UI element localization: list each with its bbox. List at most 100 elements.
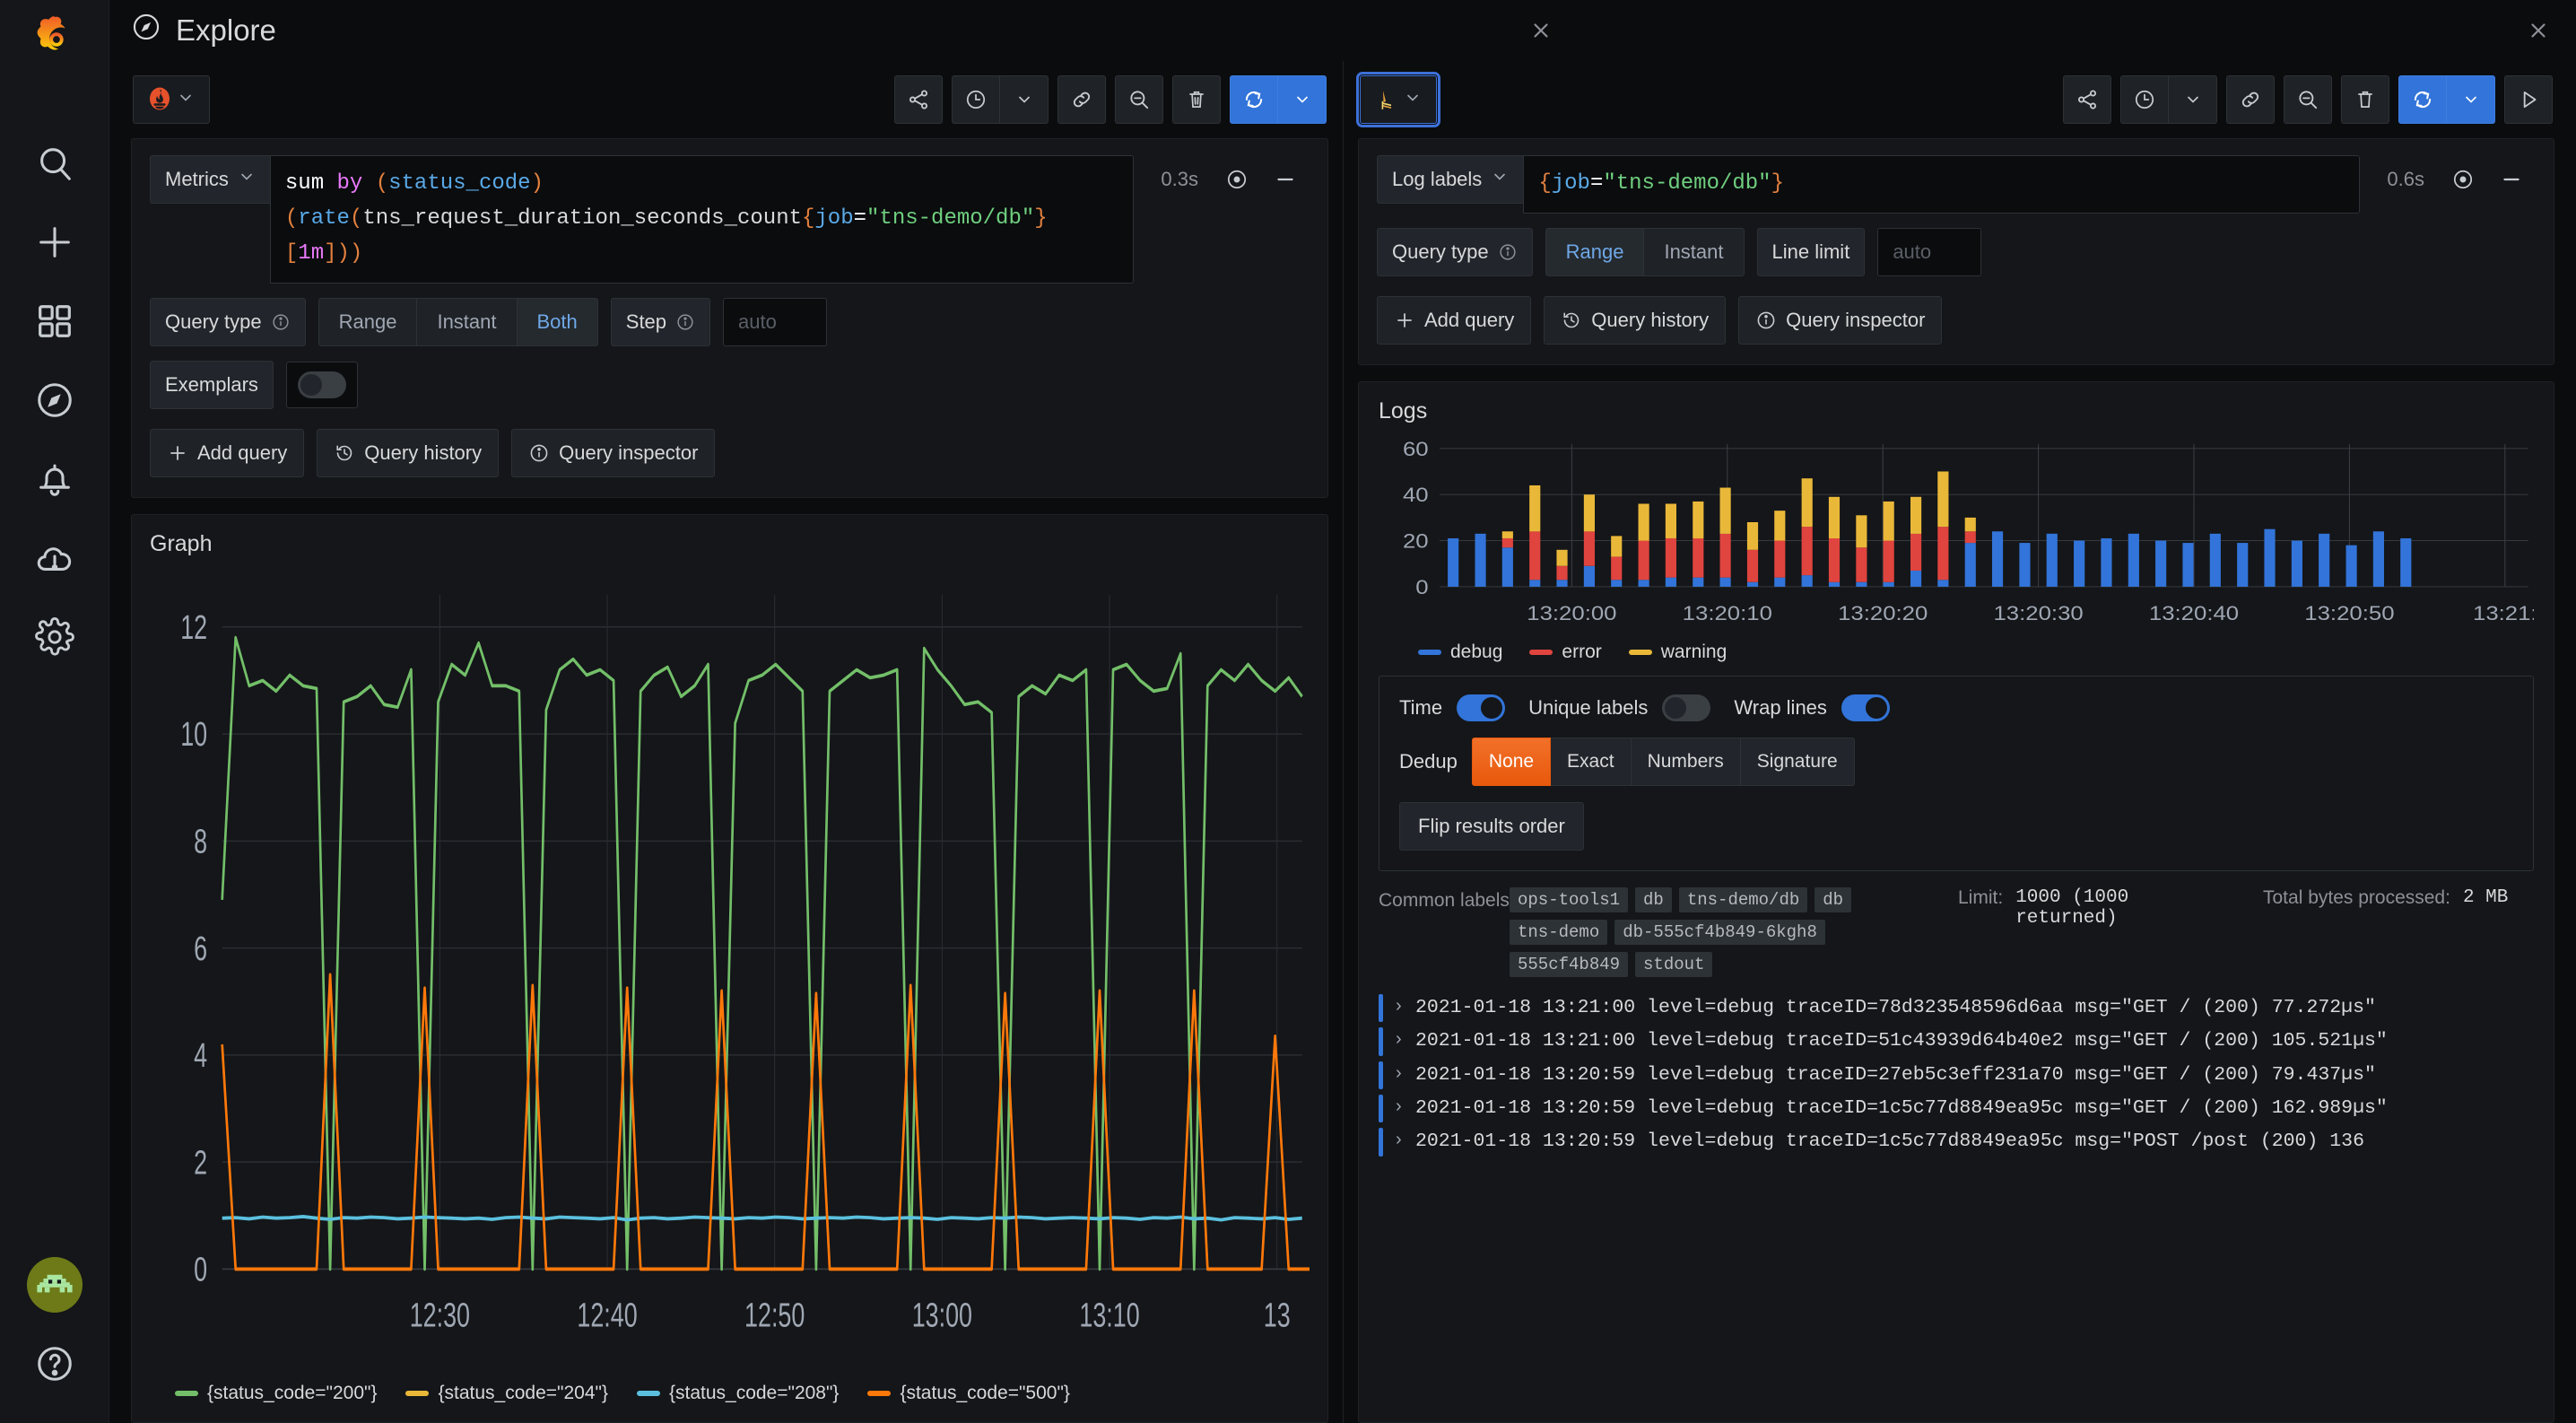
hist-bar-segment[interactable]: [1747, 582, 1758, 587]
hist-bar-segment[interactable]: [1747, 550, 1758, 582]
step-input[interactable]: auto: [723, 298, 827, 346]
wrap-lines-toggle[interactable]: [1841, 694, 1890, 721]
sidebar-item-create[interactable]: [19, 203, 91, 282]
hist-bar-segment[interactable]: [1556, 566, 1567, 580]
hist-bar-segment[interactable]: [1937, 527, 1948, 580]
hist-bar-segment[interactable]: [1556, 550, 1567, 566]
hist-bar-segment[interactable]: [1965, 543, 1976, 587]
time-toggle[interactable]: [1457, 694, 1505, 721]
hist-bar-segment[interactable]: [1693, 502, 1703, 538]
line-limit-input[interactable]: auto: [1877, 228, 1981, 276]
hist-bar-segment[interactable]: [1584, 566, 1595, 587]
user-avatar[interactable]: [27, 1257, 83, 1313]
hist-bar-segment[interactable]: [1965, 518, 1976, 531]
hist-bar-segment[interactable]: [1829, 538, 1840, 582]
hist-bar-segment[interactable]: [2047, 534, 2058, 587]
hist-bar-segment[interactable]: [1937, 471, 1948, 527]
sidebar-item-configuration[interactable]: [19, 598, 91, 677]
graph-legend-item[interactable]: {status_code="204"}: [405, 1383, 607, 1404]
grafana-logo[interactable]: [27, 13, 83, 68]
hist-bar-segment[interactable]: [2210, 534, 2221, 587]
clear-all-button[interactable]: [1172, 75, 1221, 124]
datasource-picker-prometheus[interactable]: [133, 75, 210, 124]
hist-bar-segment[interactable]: [1448, 538, 1458, 587]
common-label-tag[interactable]: tns-demo: [1510, 920, 1607, 945]
hist-bar-segment[interactable]: [2292, 540, 2302, 586]
expand-log-row-icon[interactable]: ›: [1396, 1027, 1415, 1050]
hist-bar-segment[interactable]: [1502, 538, 1513, 547]
common-label-tag[interactable]: stdout: [1635, 952, 1712, 977]
run-query-button[interactable]: [2398, 75, 2447, 124]
hist-bar-segment[interactable]: [2373, 531, 2384, 587]
hist-bar-segment[interactable]: [2264, 529, 2275, 587]
hist-bar-segment[interactable]: [1720, 534, 1731, 578]
logs-legend-item[interactable]: debug: [1418, 642, 1502, 663]
expand-log-row-icon[interactable]: ›: [1396, 994, 1415, 1017]
hist-bar-segment[interactable]: [1747, 522, 1758, 550]
flip-results-order-button[interactable]: Flip results order: [1399, 802, 1584, 851]
graph-legend-item[interactable]: {status_code="200"}: [175, 1383, 377, 1404]
expand-log-row-icon[interactable]: ›: [1396, 1095, 1415, 1117]
sidebar-item-alerting[interactable]: [19, 440, 91, 519]
run-query-button[interactable]: [1230, 75, 1278, 124]
dedup-option-numbers[interactable]: Numbers: [1632, 738, 1741, 786]
hist-bar-segment[interactable]: [1910, 571, 1921, 587]
datasource-picker-loki[interactable]: [1360, 75, 1437, 124]
hist-bar-segment[interactable]: [1720, 487, 1731, 533]
hist-bar-segment[interactable]: [1639, 503, 1649, 540]
expand-log-row-icon[interactable]: ›: [1396, 1128, 1415, 1150]
hist-bar-segment[interactable]: [1802, 575, 1813, 587]
hist-bar-segment[interactable]: [1584, 494, 1595, 531]
hist-bar-segment[interactable]: [1910, 534, 1921, 571]
query-inspector-button[interactable]: Query inspector: [1738, 296, 1942, 345]
expand-log-row-icon[interactable]: ›: [1396, 1061, 1415, 1084]
hist-bar-segment[interactable]: [1611, 580, 1622, 587]
query-type-option-instant[interactable]: Instant: [1644, 228, 1744, 276]
hist-bar-segment[interactable]: [2346, 546, 2357, 587]
graph-plot[interactable]: 02468101212:3012:4012:5013:0013:1013: [150, 561, 1310, 1374]
query-type-option-range[interactable]: Range: [318, 298, 418, 346]
graph-legend-item[interactable]: {status_code="500"}: [867, 1383, 1069, 1404]
hist-bar-segment[interactable]: [2182, 543, 2193, 587]
hist-bar-segment[interactable]: [1529, 531, 1540, 580]
common-label-tag[interactable]: tns-demo/db: [1679, 887, 1807, 912]
query-history-button[interactable]: Query history: [317, 429, 499, 477]
run-query-interval-chevron-down-icon[interactable]: [1278, 75, 1327, 124]
hist-bar-segment[interactable]: [1529, 485, 1540, 531]
hist-bar-segment[interactable]: [2101, 538, 2111, 587]
hist-bar-segment[interactable]: [1937, 580, 1948, 587]
hist-bar-segment[interactable]: [2155, 540, 2166, 586]
hist-bar-segment[interactable]: [2019, 543, 2030, 587]
common-label-tag[interactable]: 555cf4b849: [1510, 952, 1628, 977]
hist-bar-segment[interactable]: [1965, 531, 1976, 543]
hist-bar-segment[interactable]: [1856, 515, 1867, 547]
close-split-button[interactable]: [2341, 75, 2389, 124]
run-query-interval-chevron-down-icon[interactable]: [2447, 75, 2495, 124]
graph-legend-item[interactable]: {status_code="208"}: [637, 1383, 839, 1404]
hist-bar-segment[interactable]: [1693, 578, 1703, 587]
hist-bar-segment[interactable]: [1639, 580, 1649, 587]
eye-icon[interactable]: [1213, 155, 1261, 204]
zoom-out-button[interactable]: [2284, 75, 2332, 124]
split-link-button[interactable]: [1057, 75, 1106, 124]
log-row[interactable]: ›2021-01-18 13:20:59 level=debug traceID…: [1379, 1059, 2534, 1092]
metrics-mode-selector[interactable]: Metrics: [150, 155, 270, 204]
hist-bar-segment[interactable]: [1774, 511, 1785, 540]
add-query-button[interactable]: Add query: [1377, 296, 1531, 345]
unique-labels-toggle[interactable]: [1662, 694, 1710, 721]
hist-bar-segment[interactable]: [1556, 580, 1567, 587]
log-row[interactable]: ›2021-01-18 13:20:59 level=debug traceID…: [1379, 1092, 2534, 1125]
hist-bar-segment[interactable]: [1910, 497, 1921, 534]
query-type-option-both[interactable]: Both: [518, 298, 598, 346]
time-picker-button[interactable]: [2120, 75, 2169, 124]
hist-bar-segment[interactable]: [1884, 502, 1894, 541]
hist-bar-segment[interactable]: [1829, 582, 1840, 587]
hist-bar-segment[interactable]: [1774, 540, 1785, 577]
help-icon[interactable]: [34, 1343, 75, 1389]
hist-bar-segment[interactable]: [1884, 540, 1894, 581]
hist-bar-segment[interactable]: [1720, 578, 1731, 587]
logs-histogram[interactable]: 020406013:20:0013:20:1013:20:2013:20:301…: [1379, 428, 2534, 634]
query-type-option-instant[interactable]: Instant: [417, 298, 517, 346]
logs-legend-item[interactable]: warning: [1629, 642, 1727, 663]
hist-bar-segment[interactable]: [1475, 534, 1485, 587]
